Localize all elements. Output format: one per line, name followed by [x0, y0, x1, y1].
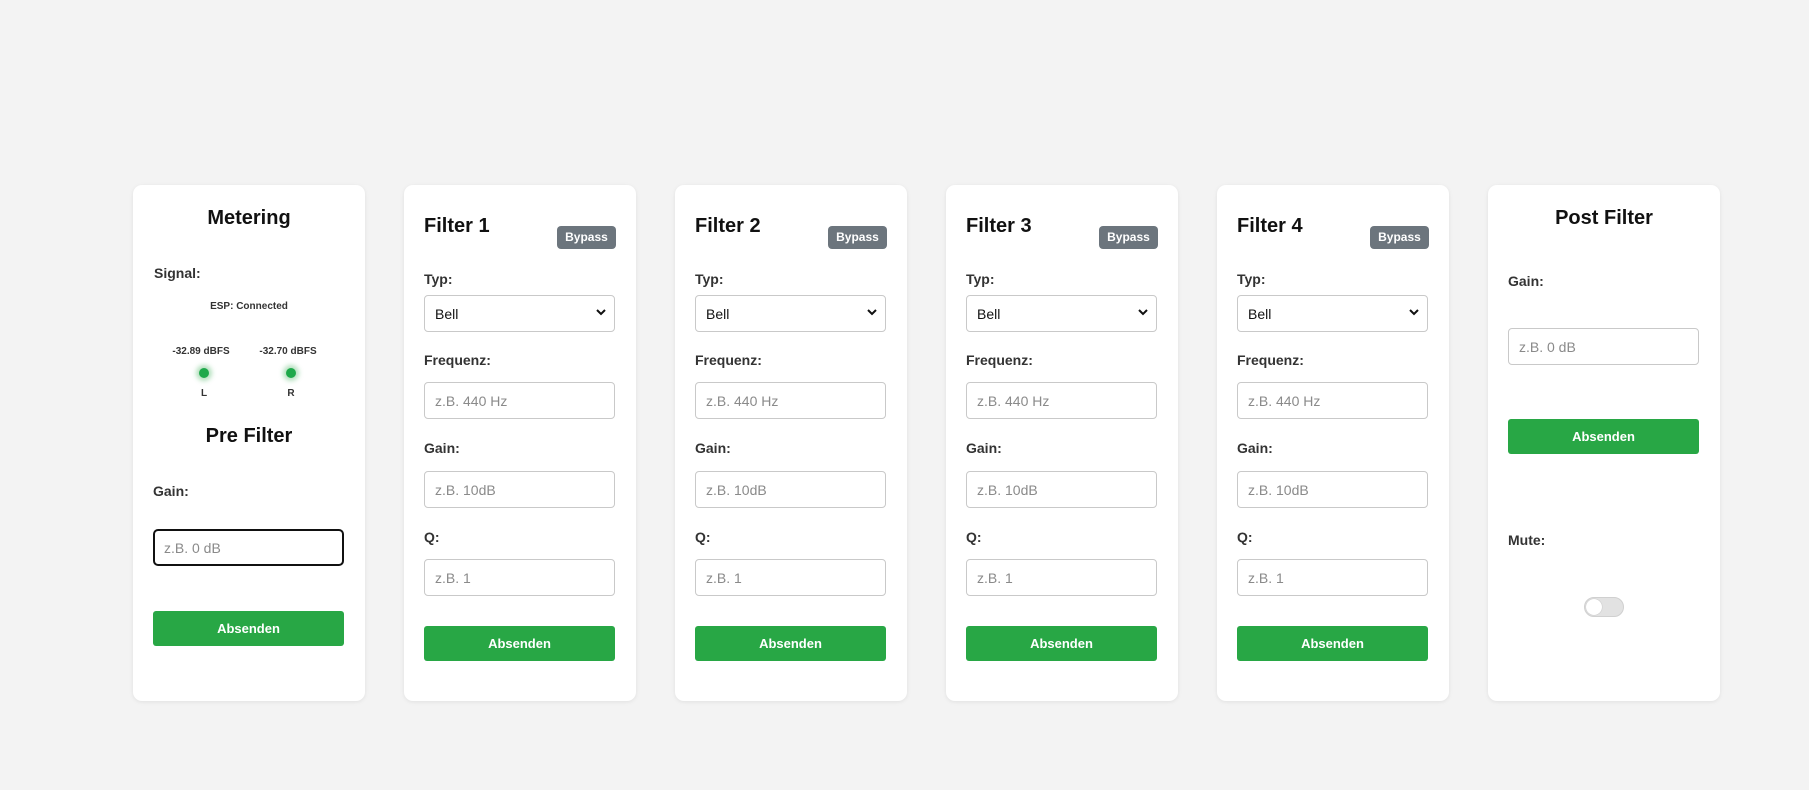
type-label: Typ:	[1237, 271, 1266, 287]
q-label: Q:	[966, 529, 982, 545]
filter-submit-button[interactable]: Absenden	[1237, 626, 1428, 661]
post-filter-gain-label: Gain:	[1508, 273, 1544, 289]
q-input[interactable]	[966, 559, 1157, 596]
filter-1-card: Filter 1 Bypass Typ: Bell Frequenz: Gain…	[404, 185, 636, 701]
post-filter-card: Post Filter Gain: Absenden Mute:	[1488, 185, 1720, 701]
signal-label: Signal:	[154, 265, 201, 281]
left-level-readout: -32.89 dBFS	[172, 346, 230, 357]
gain-label: Gain:	[1237, 440, 1273, 456]
q-label: Q:	[424, 529, 440, 545]
right-signal-led	[286, 368, 296, 378]
pre-filter-title: Pre Filter	[205, 425, 293, 447]
gain-input[interactable]	[966, 471, 1157, 508]
gain-input[interactable]	[1237, 471, 1428, 508]
frequency-label: Frequenz:	[966, 352, 1033, 368]
filter-2-card: Filter 2 Bypass Typ: Bell Frequenz: Gain…	[675, 185, 907, 701]
right-channel-label: R	[287, 388, 295, 399]
type-select[interactable]: Bell	[695, 295, 886, 332]
type-select-value: Bell	[706, 306, 730, 322]
filter-title: Filter 3	[966, 215, 1032, 237]
frequency-label: Frequenz:	[424, 352, 491, 368]
q-input[interactable]	[424, 559, 615, 596]
q-input[interactable]	[1237, 559, 1428, 596]
filter-title: Filter 4	[1237, 215, 1303, 237]
frequency-input[interactable]	[1237, 382, 1428, 419]
type-select[interactable]: Bell	[1237, 295, 1428, 332]
gain-label: Gain:	[695, 440, 731, 456]
type-select[interactable]: Bell	[424, 295, 615, 332]
q-input[interactable]	[695, 559, 886, 596]
filter-3-card: Filter 3 Bypass Typ: Bell Frequenz: Gain…	[946, 185, 1178, 701]
chevron-down-icon	[596, 309, 606, 316]
filter-title: Filter 2	[695, 215, 761, 237]
gain-label: Gain:	[966, 440, 1002, 456]
type-label: Typ:	[695, 271, 724, 287]
gain-input[interactable]	[695, 471, 886, 508]
chevron-down-icon	[867, 309, 877, 316]
pre-filter-gain-label: Gain:	[153, 483, 189, 499]
q-label: Q:	[695, 529, 711, 545]
pre-filter-submit-button[interactable]: Absenden	[153, 611, 344, 646]
frequency-input[interactable]	[424, 382, 615, 419]
right-level-readout: -32.70 dBFS	[259, 346, 317, 357]
frequency-label: Frequenz:	[1237, 352, 1304, 368]
filter-4-card: Filter 4 Bypass Typ: Bell Frequenz: Gain…	[1217, 185, 1449, 701]
post-filter-title: Post Filter	[1555, 207, 1653, 229]
frequency-label: Frequenz:	[695, 352, 762, 368]
filter-submit-button[interactable]: Absenden	[695, 626, 886, 661]
q-label: Q:	[1237, 529, 1253, 545]
bypass-button[interactable]: Bypass	[828, 226, 887, 249]
gain-label: Gain:	[424, 440, 460, 456]
type-select-value: Bell	[435, 306, 459, 322]
type-label: Typ:	[424, 271, 453, 287]
left-channel-label: L	[200, 388, 208, 399]
filter-submit-button[interactable]: Absenden	[424, 626, 615, 661]
bypass-button[interactable]: Bypass	[1099, 226, 1158, 249]
esp-status: ESP: Connected	[210, 301, 288, 312]
chevron-down-icon	[1138, 309, 1148, 316]
bypass-button[interactable]: Bypass	[1370, 226, 1429, 249]
mute-toggle[interactable]	[1584, 597, 1624, 617]
type-select-value: Bell	[1248, 306, 1272, 322]
frequency-input[interactable]	[695, 382, 886, 419]
filter-submit-button[interactable]: Absenden	[966, 626, 1157, 661]
metering-card: Metering Signal: ESP: Connected -32.89 d…	[133, 185, 365, 701]
pre-filter-gain-input[interactable]	[153, 529, 344, 566]
type-select[interactable]: Bell	[966, 295, 1157, 332]
mute-toggle-knob	[1586, 599, 1602, 615]
filter-title: Filter 1	[424, 215, 490, 237]
post-filter-submit-button[interactable]: Absenden	[1508, 419, 1699, 454]
type-label: Typ:	[966, 271, 995, 287]
metering-title: Metering	[207, 207, 291, 229]
frequency-input[interactable]	[966, 382, 1157, 419]
left-signal-led	[199, 368, 209, 378]
post-filter-gain-input[interactable]	[1508, 328, 1699, 365]
chevron-down-icon	[1409, 309, 1419, 316]
bypass-button[interactable]: Bypass	[557, 226, 616, 249]
mute-label: Mute:	[1508, 532, 1546, 548]
type-select-value: Bell	[977, 306, 1001, 322]
gain-input[interactable]	[424, 471, 615, 508]
